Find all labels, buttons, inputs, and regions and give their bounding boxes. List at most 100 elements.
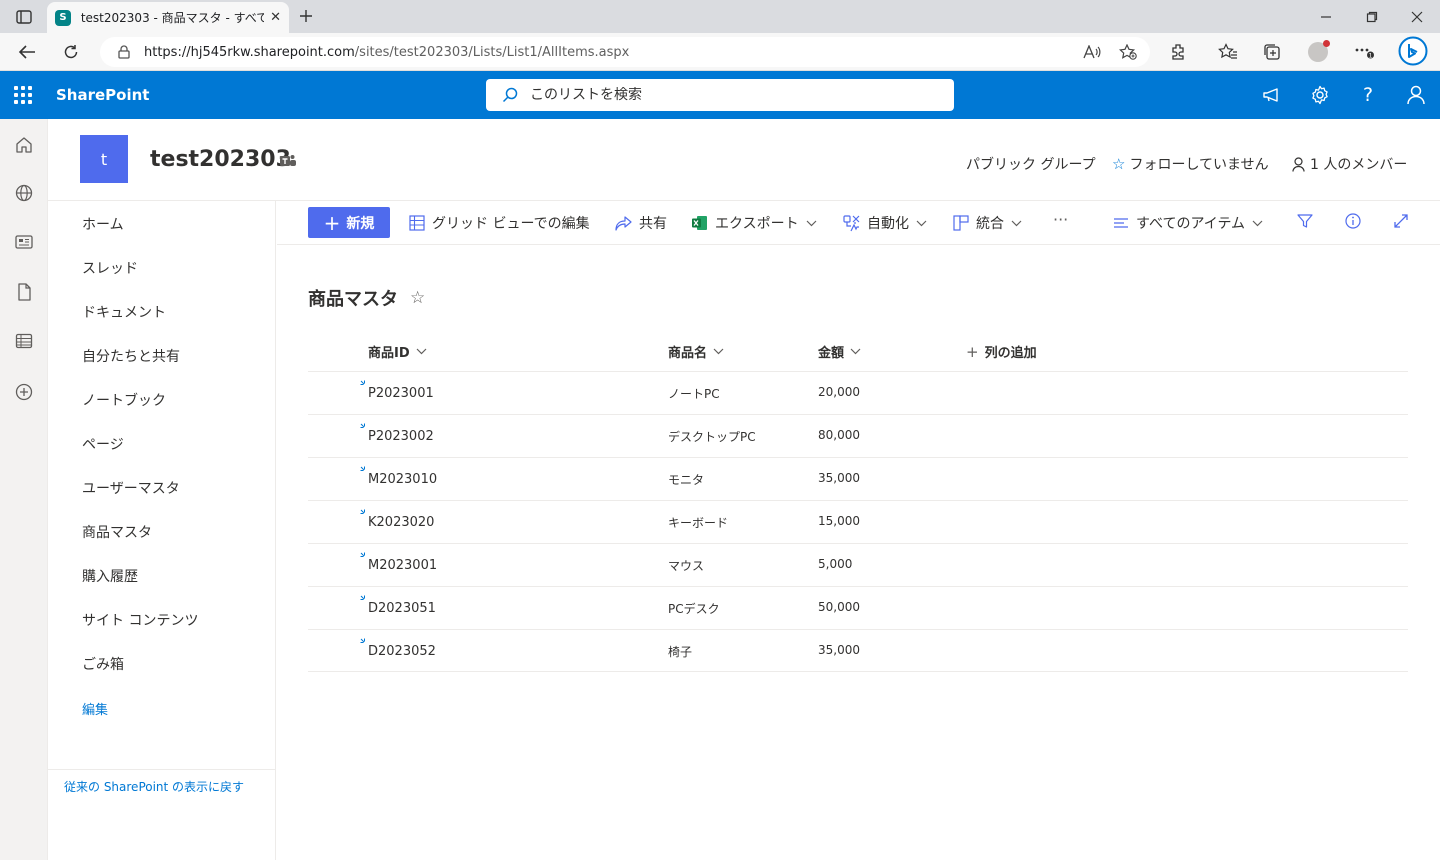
home-icon[interactable] xyxy=(13,134,35,156)
column-header-label: 商品ID xyxy=(368,346,410,361)
new-tab-icon[interactable] xyxy=(296,6,316,26)
table-row[interactable]: M2023001 マウス 5,000 xyxy=(308,543,1408,586)
read-aloud-icon[interactable] xyxy=(1082,44,1102,60)
column-header-label: 金額 xyxy=(818,346,845,361)
follow-button[interactable]: ☆ フォローしていません xyxy=(1112,154,1269,174)
nav-item-home[interactable]: ホーム xyxy=(82,214,124,234)
column-header-price[interactable]: 金額 xyxy=(818,342,861,361)
nav-item-notebook[interactable]: ノートブック xyxy=(82,390,166,410)
chevron-down-icon xyxy=(850,348,861,355)
list-title: 商品マスタ ☆ xyxy=(308,285,425,311)
star-outline-icon: ☆ xyxy=(1112,155,1126,173)
product-name-cell: ノートPC xyxy=(668,387,720,401)
file-icon[interactable] xyxy=(13,281,35,303)
minimize-icon[interactable] xyxy=(1303,0,1349,33)
globe-icon[interactable] xyxy=(13,182,35,204)
add-column-button[interactable]: + 列の追加 xyxy=(966,342,1037,362)
more-commands-button[interactable]: ··· xyxy=(1053,210,1068,229)
nav-edit-link[interactable]: 編集 xyxy=(82,699,108,718)
url-field[interactable]: https://hj545rkw.sharepoint.com/sites/te… xyxy=(100,37,1150,67)
column-header-product-id[interactable]: 商品ID xyxy=(368,342,427,361)
nav-item-shared-with-us[interactable]: 自分たちと共有 xyxy=(82,346,180,366)
account-icon[interactable] xyxy=(1404,83,1428,107)
table-row[interactable]: D2023052 椅子 35,000 xyxy=(308,629,1408,672)
nav-item-purchase-history[interactable]: 購入履歴 xyxy=(82,566,138,586)
table-row[interactable]: D2023051 PCデスク 50,000 xyxy=(308,586,1408,629)
price-cell: 50,000 xyxy=(818,600,860,614)
settings-gear-icon[interactable] xyxy=(1308,83,1332,107)
column-header-product-name[interactable]: 商品名 xyxy=(668,342,724,361)
bing-chat-icon[interactable] xyxy=(1398,36,1428,66)
extensions-icon[interactable] xyxy=(1168,42,1190,62)
favorite-star-icon[interactable]: ☆ xyxy=(410,288,425,308)
info-icon[interactable] xyxy=(1345,213,1368,229)
help-icon[interactable]: ? xyxy=(1356,83,1380,107)
export-label: エクスポート xyxy=(715,216,799,232)
product-name-cell: モニタ xyxy=(668,473,705,487)
news-icon[interactable] xyxy=(13,231,35,253)
lists-icon[interactable] xyxy=(13,330,35,352)
nav-item-user-master[interactable]: ユーザーマスタ xyxy=(82,478,180,498)
sharepoint-brand-link[interactable]: SharePoint xyxy=(56,86,149,104)
grid-edit-button[interactable]: グリッド ビューでの編集 xyxy=(409,213,590,233)
megaphone-icon[interactable] xyxy=(1260,83,1284,107)
site-title[interactable]: test202303 xyxy=(150,147,291,172)
table-row[interactable]: M2023010 モニタ 35,000 xyxy=(308,457,1408,500)
app-bar xyxy=(0,119,48,860)
product-id-cell[interactable]: K2023020 xyxy=(368,515,434,530)
nav-item-pages[interactable]: ページ xyxy=(82,434,124,454)
fullscreen-expand-icon[interactable] xyxy=(1393,213,1416,229)
product-id-cell[interactable]: M2023010 xyxy=(368,472,437,487)
view-switcher[interactable]: すべてのアイテム xyxy=(1113,213,1270,233)
product-id-cell[interactable]: P2023001 xyxy=(368,386,434,401)
search-input[interactable] xyxy=(530,87,930,103)
share-icon xyxy=(615,215,632,231)
product-name-cell: キーボード xyxy=(668,516,729,530)
nav-item-site-contents[interactable]: サイト コンテンツ xyxy=(82,610,198,630)
product-id-cell[interactable]: P2023002 xyxy=(368,429,434,444)
table-row[interactable]: P2023001 ノートPC 20,000 xyxy=(308,371,1408,414)
integrate-button[interactable]: 統合 xyxy=(953,213,1029,233)
app-launcher-icon[interactable] xyxy=(14,86,32,104)
sharepoint-favicon-icon: S xyxy=(55,9,71,26)
product-id-cell[interactable]: M2023001 xyxy=(368,558,437,573)
chevron-down-icon xyxy=(713,348,724,355)
table-row[interactable]: K2023020 キーボード 15,000 xyxy=(308,500,1408,543)
product-id-cell[interactable]: D2023052 xyxy=(368,644,436,659)
site-logo[interactable]: t xyxy=(80,135,128,183)
new-item-button[interactable]: + 新規 xyxy=(308,207,390,238)
chevron-down-icon xyxy=(416,348,427,355)
more-menu-icon[interactable]: 1 xyxy=(1353,42,1375,62)
nav-item-recycle-bin[interactable]: ごみ箱 xyxy=(82,654,124,674)
chevron-down-icon xyxy=(1252,220,1263,226)
members-button[interactable]: 1 人のメンバー xyxy=(1292,154,1407,174)
collections-icon[interactable] xyxy=(1261,42,1283,62)
close-tab-icon[interactable]: ✕ xyxy=(270,10,281,25)
classic-view-link[interactable]: 従来の SharePoint の表示に戻す xyxy=(64,778,244,795)
tab-actions-icon[interactable] xyxy=(10,7,38,27)
list-title-text[interactable]: 商品マスタ xyxy=(308,285,398,311)
filter-icon[interactable] xyxy=(1297,213,1320,229)
lock-icon[interactable] xyxy=(118,45,130,59)
close-window-icon[interactable] xyxy=(1394,0,1440,33)
nav-item-product-master[interactable]: 商品マスタ xyxy=(82,522,152,542)
back-arrow-icon[interactable] xyxy=(14,40,40,64)
export-button[interactable]: エクスポート xyxy=(691,213,824,233)
create-plus-icon[interactable] xyxy=(13,381,35,403)
search-icon xyxy=(502,87,518,103)
add-favorite-icon[interactable] xyxy=(1118,44,1138,60)
restore-icon[interactable] xyxy=(1349,0,1395,33)
browser-tab[interactable]: S test202303 - 商品マスタ - すべての ✕ xyxy=(47,2,289,33)
table-row[interactable]: P2023002 デスクトップPC 80,000 xyxy=(308,414,1408,457)
search-box[interactable] xyxy=(486,79,954,111)
teams-icon[interactable] xyxy=(279,153,297,169)
automate-button[interactable]: 自動化 xyxy=(843,213,934,233)
nav-item-threads[interactable]: スレッド xyxy=(82,258,138,278)
product-id-cell[interactable]: D2023051 xyxy=(368,601,436,616)
nav-item-documents[interactable]: ドキュメント xyxy=(82,302,166,322)
profile-avatar[interactable] xyxy=(1307,40,1330,62)
share-button[interactable]: 共有 xyxy=(615,213,667,233)
excel-icon xyxy=(692,216,707,230)
favorites-icon[interactable] xyxy=(1217,42,1239,62)
refresh-icon[interactable] xyxy=(58,40,84,64)
